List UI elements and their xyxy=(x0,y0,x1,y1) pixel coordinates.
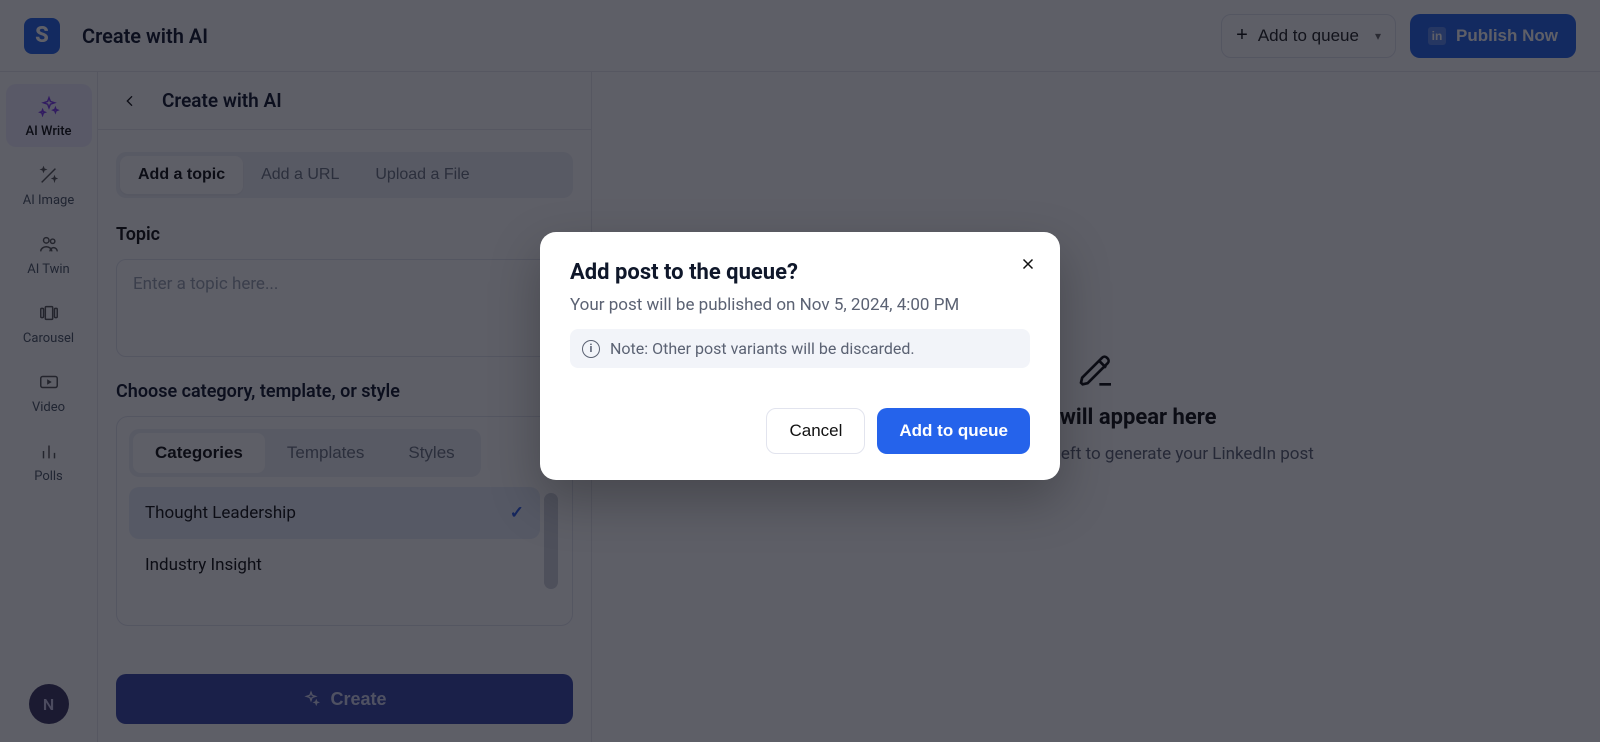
close-button[interactable] xyxy=(1014,250,1042,278)
modal-subtitle: Your post will be published on Nov 5, 20… xyxy=(570,295,1030,315)
modal-note: i Note: Other post variants will be disc… xyxy=(570,329,1030,368)
modal-note-text: Note: Other post variants will be discar… xyxy=(610,339,915,358)
close-icon xyxy=(1019,255,1037,273)
cancel-button[interactable]: Cancel xyxy=(766,408,865,454)
confirm-modal: Add post to the queue? Your post will be… xyxy=(540,232,1060,480)
modal-title: Add post to the queue? xyxy=(570,260,1030,285)
confirm-add-to-queue-button[interactable]: Add to queue xyxy=(877,408,1030,454)
info-icon: i xyxy=(582,340,600,358)
modal-overlay[interactable]: Add post to the queue? Your post will be… xyxy=(0,0,1600,742)
